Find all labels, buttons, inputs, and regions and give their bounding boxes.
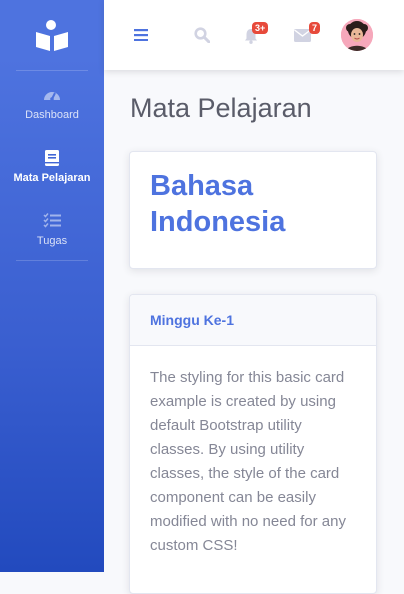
sidebar-item-mata-pelajaran[interactable]: Mata Pelajaran xyxy=(0,134,104,197)
search-icon xyxy=(194,27,210,43)
hamburger-icon xyxy=(134,29,148,41)
week-card: Minggu Ke-1 The styling for this basic c… xyxy=(129,294,377,594)
search-button[interactable] xyxy=(192,25,212,45)
sidebar-item-tugas[interactable]: Tugas xyxy=(0,197,104,260)
week-card-header: Minggu Ke-1 xyxy=(130,295,376,346)
sidebar-item-label: Tugas xyxy=(36,234,68,247)
page-title: Mata Pelajaran xyxy=(130,93,312,123)
tachometer-icon xyxy=(43,85,61,105)
sidebar: Dashboard Mata Pelajaran Tugas xyxy=(0,0,104,572)
topbar: 3+ 7 xyxy=(104,0,404,70)
messages-badge: 7 xyxy=(309,22,321,34)
subject-title: Bahasa Indonesia xyxy=(150,170,286,238)
avatar[interactable] xyxy=(341,19,373,51)
week-card-body: The styling for this basic card example … xyxy=(150,369,346,554)
open-book-icon xyxy=(36,20,68,51)
sidebar-item-label: Dashboard xyxy=(25,108,79,121)
sidebar-divider xyxy=(16,260,88,261)
subject-card: Bahasa Indonesia xyxy=(129,151,377,269)
alerts-badge: 3+ xyxy=(252,22,269,34)
book-icon xyxy=(45,148,59,168)
sidebar-item-dashboard[interactable]: Dashboard xyxy=(0,71,104,134)
sidebar-brand[interactable] xyxy=(0,0,104,70)
sidebar-item-label: Mata Pelajaran xyxy=(13,171,91,184)
sidebar-toggle-button[interactable] xyxy=(132,25,150,45)
envelope-icon xyxy=(293,28,311,42)
user-avatar-icon xyxy=(341,19,373,51)
tasks-icon xyxy=(43,211,61,231)
